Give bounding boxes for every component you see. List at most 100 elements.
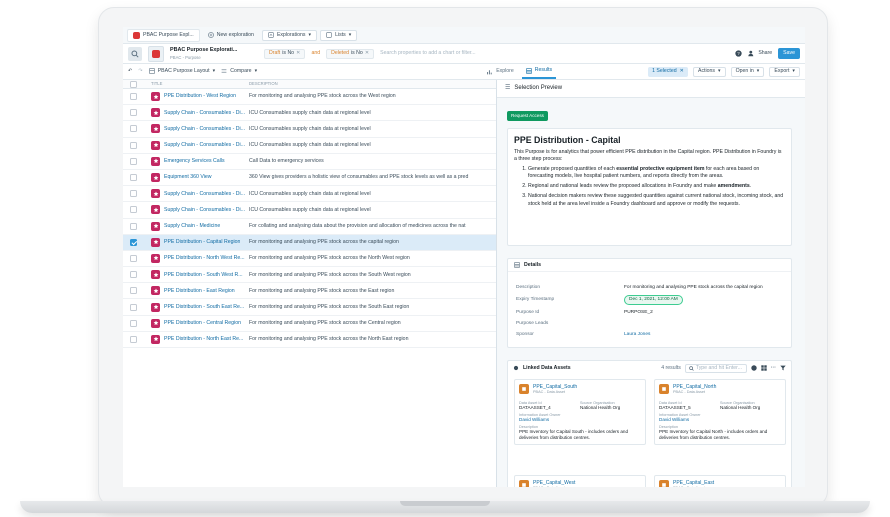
table-row[interactable]: PPE Distribution - Central Region For mon… xyxy=(123,316,496,332)
row-title[interactable]: Equipment 360 View xyxy=(164,174,212,180)
row-checkbox[interactable] xyxy=(130,190,137,198)
owner-link[interactable]: David Williams xyxy=(659,417,781,423)
row-checkbox[interactable] xyxy=(130,335,137,343)
table-row[interactable]: PPE Distribution - West Region For monito… xyxy=(123,89,496,106)
row-checkbox[interactable] xyxy=(130,125,137,133)
export-dropdown[interactable]: Export ▾ xyxy=(769,66,800,77)
table-row[interactable]: PPE Distribution - East Region For monito… xyxy=(123,283,496,300)
row-checkbox[interactable] xyxy=(130,206,137,214)
purpose-icon xyxy=(151,318,160,328)
asset-desc: PPE Inventory for Capital South - includ… xyxy=(519,429,629,440)
tab-pbac-purpose[interactable]: PBAC Purpose Expl... xyxy=(127,28,200,42)
more-icon[interactable]: ··· xyxy=(771,365,776,371)
purpose-icon xyxy=(151,108,160,118)
row-checkbox[interactable] xyxy=(130,93,137,101)
close-icon[interactable]: ✕ xyxy=(296,50,300,56)
row-description: ICU Consumables supply chain data at reg… xyxy=(249,125,371,132)
table-row[interactable]: PPE Distribution - North East Re... For m… xyxy=(123,332,496,348)
row-checkbox[interactable] xyxy=(130,141,137,149)
row-title[interactable]: PPE Distribution - East Region xyxy=(164,288,235,294)
open-in-dropdown[interactable]: Open in ▾ xyxy=(730,66,765,77)
row-title[interactable]: PPE Distribution - North West Re... xyxy=(164,255,245,261)
row-checkbox[interactable] xyxy=(130,303,137,311)
column-header-description[interactable]: DESCRIPTION xyxy=(249,81,496,86)
purpose-icon xyxy=(151,140,160,150)
table-row[interactable]: Supply Chain - Consumables - Di... ICU Co… xyxy=(123,138,496,154)
filter-chip-deleted[interactable]: Deleted is No ✕ xyxy=(326,48,375,59)
table-row[interactable]: Equipment 360 View 360 View gives provide… xyxy=(123,170,496,187)
asset-card[interactable]: PPE_Capital_North PBAC - Data Asset Data … xyxy=(654,379,786,446)
column-header-title[interactable]: TITLE xyxy=(151,81,249,86)
explorations-button[interactable]: Explorations ▾ xyxy=(261,29,318,41)
table-row[interactable]: Supply Chain - Consumables - Di... ICU Co… xyxy=(123,105,496,122)
table-row[interactable]: PPE Distribution - South West R... For mo… xyxy=(123,267,496,284)
filter-search-input[interactable]: Search properties to add a chart or filt… xyxy=(380,50,729,56)
share-button[interactable]: Share xyxy=(748,50,772,57)
tab-results[interactable]: Results xyxy=(521,64,557,79)
sponsor-link[interactable]: Laura Jones xyxy=(624,332,650,338)
actions-dropdown[interactable]: Actions ▾ xyxy=(692,66,726,77)
row-title[interactable]: PPE Distribution - Central Region xyxy=(164,320,241,326)
row-checkbox[interactable] xyxy=(130,271,137,279)
help-icon[interactable] xyxy=(751,365,757,371)
save-button[interactable]: Save xyxy=(778,48,800,59)
search-toggle[interactable] xyxy=(128,46,142,61)
row-checkbox[interactable] xyxy=(130,222,137,230)
lists-button[interactable]: Lists ▾ xyxy=(320,29,358,41)
row-title[interactable]: PPE Distribution - Capital Region xyxy=(164,239,240,245)
select-all-checkbox[interactable] xyxy=(130,80,137,88)
selection-pill[interactable]: 1 Selected ✕ xyxy=(648,66,688,77)
row-checkbox[interactable] xyxy=(130,238,137,246)
purpose-icon xyxy=(151,124,160,134)
table-row[interactable]: Supply Chain - Consumables - Di... ICU Co… xyxy=(123,186,496,203)
row-title[interactable]: PPE Distribution - West Region xyxy=(164,93,236,99)
table-row[interactable]: Supply Chain - Medicine For collating and… xyxy=(123,219,496,235)
purpose-icon xyxy=(151,302,160,312)
linked-assets-search-input[interactable]: Type and hit Enter... xyxy=(684,363,747,373)
row-checkbox[interactable] xyxy=(130,254,137,262)
redo-icon[interactable]: ↷ xyxy=(138,68,142,74)
filter-icon[interactable] xyxy=(780,365,786,371)
table-row[interactable]: PPE Distribution - North West Re... For m… xyxy=(123,251,496,268)
table-row[interactable]: Supply Chain - Consumables - Di... ICU Co… xyxy=(123,121,496,138)
row-title[interactable]: Supply Chain - Consumables - Di... xyxy=(164,207,245,213)
owner-link[interactable]: David Williams xyxy=(519,417,641,423)
undo-icon[interactable]: ↶ xyxy=(128,68,132,74)
layout-selector[interactable]: PBAC Purpose Layout ▾ xyxy=(149,68,215,74)
row-title[interactable]: PPE Distribution - North East Re... xyxy=(164,336,243,342)
link-icon xyxy=(513,365,519,371)
row-title[interactable]: Supply Chain - Consumables - Di... xyxy=(164,191,245,197)
row-checkbox[interactable] xyxy=(130,174,137,182)
tab-explore[interactable]: Explore xyxy=(483,64,518,79)
row-title[interactable]: Supply Chain - Consumables - Di... xyxy=(164,126,245,132)
row-title[interactable]: Emergency Services Calls xyxy=(164,158,225,164)
table-row[interactable]: PPE Distribution - Capital Region For mon… xyxy=(123,234,496,251)
row-checkbox[interactable] xyxy=(130,157,137,165)
menu-icon[interactable]: ☰ xyxy=(505,85,510,92)
close-icon[interactable]: ✕ xyxy=(365,50,369,56)
grid-view-icon[interactable] xyxy=(761,365,767,371)
row-title[interactable]: PPE Distribution - South West R... xyxy=(164,272,243,278)
compare-dropdown[interactable]: Compare ▾ xyxy=(221,68,257,74)
asset-card[interactable]: PPE_Capital_EastPBAC - Data Asset xyxy=(654,475,786,487)
asset-card[interactable]: PPE_Capital_WestPBAC - Data Asset xyxy=(514,475,646,487)
exploration-title[interactable]: PBAC Purpose Explorati... PBAC - Purpose xyxy=(170,47,258,60)
table-row[interactable]: Supply Chain - Consumables - Di... ICU Co… xyxy=(123,202,496,219)
details-header: Details xyxy=(508,259,791,272)
request-access-button[interactable]: Request Access xyxy=(507,111,548,121)
row-checkbox[interactable] xyxy=(130,319,137,327)
asset-card[interactable]: PPE_Capital_South PBAC - Data Asset Data … xyxy=(514,379,646,446)
help-icon[interactable]: ? xyxy=(735,50,742,57)
row-title[interactable]: Supply Chain - Consumables - Di... xyxy=(164,142,245,148)
object-type-icon xyxy=(148,45,164,62)
table-row[interactable]: Emergency Services Calls Call Data to eme… xyxy=(123,154,496,170)
tab-new-exploration[interactable]: New exploration xyxy=(203,29,259,42)
table-row[interactable]: PPE Distribution - South East Re... For m… xyxy=(123,299,496,316)
filter-chip-draft[interactable]: Draft is No ✕ xyxy=(264,48,306,59)
row-checkbox[interactable] xyxy=(130,109,137,117)
row-title[interactable]: Supply Chain - Consumables - Di... xyxy=(164,110,245,116)
row-title[interactable]: PPE Distribution - South East Re... xyxy=(164,304,244,310)
row-title[interactable]: Supply Chain - Medicine xyxy=(164,223,220,229)
close-icon[interactable]: ✕ xyxy=(680,68,684,74)
row-checkbox[interactable] xyxy=(130,287,137,295)
